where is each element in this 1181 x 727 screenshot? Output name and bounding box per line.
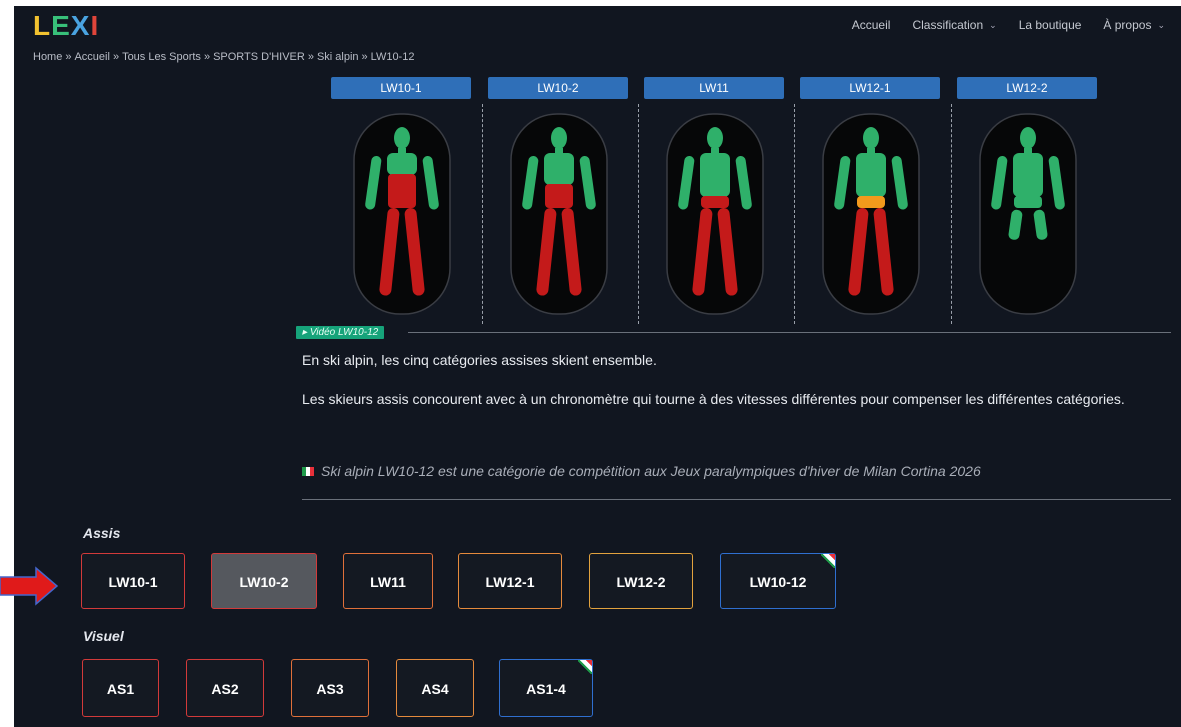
nav-accueil[interactable]: Accueil <box>852 18 891 32</box>
divider <box>951 104 952 324</box>
divider <box>794 104 795 324</box>
breadcrumb-ski[interactable]: Ski alpin <box>317 51 359 63</box>
tab-lw11[interactable]: LW11 <box>644 77 784 99</box>
breadcrumb-current: LW10-12 <box>370 51 415 63</box>
chevron-down-icon: ⌄ <box>1157 19 1165 30</box>
class-button-as1-4[interactable]: AS1-4 <box>499 659 593 717</box>
tab-lw10-2[interactable]: LW10-2 <box>488 77 628 99</box>
lexi-logo[interactable]: LEXI <box>33 10 99 42</box>
breadcrumb-accueil[interactable]: Accueil <box>74 51 109 63</box>
nav-boutique[interactable]: La boutique <box>1019 18 1082 32</box>
nav-a-propos[interactable]: À propos ⌄ <box>1103 18 1165 32</box>
class-button-lw12-2[interactable]: LW12-2 <box>589 553 693 609</box>
class-button-as4[interactable]: AS4 <box>396 659 474 717</box>
body-figure-lw10-1 <box>353 113 451 315</box>
tab-lw12-1[interactable]: LW12-1 <box>800 77 940 99</box>
italy-corner-icon <box>578 660 592 674</box>
class-button-lw11[interactable]: LW11 <box>343 553 433 609</box>
chevron-down-icon: ⌄ <box>989 19 997 30</box>
divider <box>408 332 1171 333</box>
class-button-lw10-12[interactable]: LW10-12 <box>720 553 836 609</box>
main-nav: Accueil Classification ⌄ La boutique À pr… <box>852 18 1165 32</box>
divider <box>638 104 639 324</box>
page: LEXI Accueil Classification ⌄ La boutique… <box>14 6 1181 727</box>
italy-flag-icon <box>302 466 314 476</box>
breadcrumb-winter[interactable]: SPORTS D'HIVER <box>213 51 305 63</box>
body-figure-lw12-2 <box>979 113 1077 315</box>
tab-lw10-1[interactable]: LW10-1 <box>331 77 471 99</box>
breadcrumb: Home» Accueil» Tous Les Sports» SPORTS D'HI… <box>33 51 415 63</box>
red-arrow-annotation <box>0 566 58 606</box>
divider <box>302 499 1171 500</box>
body-figure-lw11 <box>666 113 764 315</box>
tab-lw12-2[interactable]: LW12-2 <box>957 77 1097 99</box>
class-button-as2[interactable]: AS2 <box>186 659 264 717</box>
class-button-lw10-2[interactable]: LW10-2 <box>211 553 317 609</box>
video-toggle[interactable]: ▸ Vidéo LW10-12 <box>296 326 385 339</box>
section-title-visuel: Visuel <box>83 628 124 644</box>
body-figure-lw10-2 <box>510 113 608 315</box>
class-button-as1[interactable]: AS1 <box>82 659 159 717</box>
class-button-as3[interactable]: AS3 <box>291 659 369 717</box>
description-paragraph: Les skieurs assis concourent avec à un c… <box>302 391 1125 407</box>
italy-corner-icon <box>821 554 835 568</box>
class-button-lw10-1[interactable]: LW10-1 <box>81 553 185 609</box>
divider <box>482 104 483 324</box>
body-figure-lw12-1 <box>822 113 920 315</box>
play-icon: ▸ <box>302 327 308 338</box>
class-button-lw12-1[interactable]: LW12-1 <box>458 553 562 609</box>
nav-classification[interactable]: Classification ⌄ <box>912 18 996 32</box>
breadcrumb-home[interactable]: Home <box>33 51 62 63</box>
section-title-assis: Assis <box>83 525 121 541</box>
breadcrumb-sports[interactable]: Tous Les Sports <box>122 51 201 63</box>
description-paragraph: En ski alpin, les cinq catégories assise… <box>302 352 657 368</box>
paralympic-note: Ski alpin LW10-12 est une catégorie de c… <box>302 463 981 479</box>
